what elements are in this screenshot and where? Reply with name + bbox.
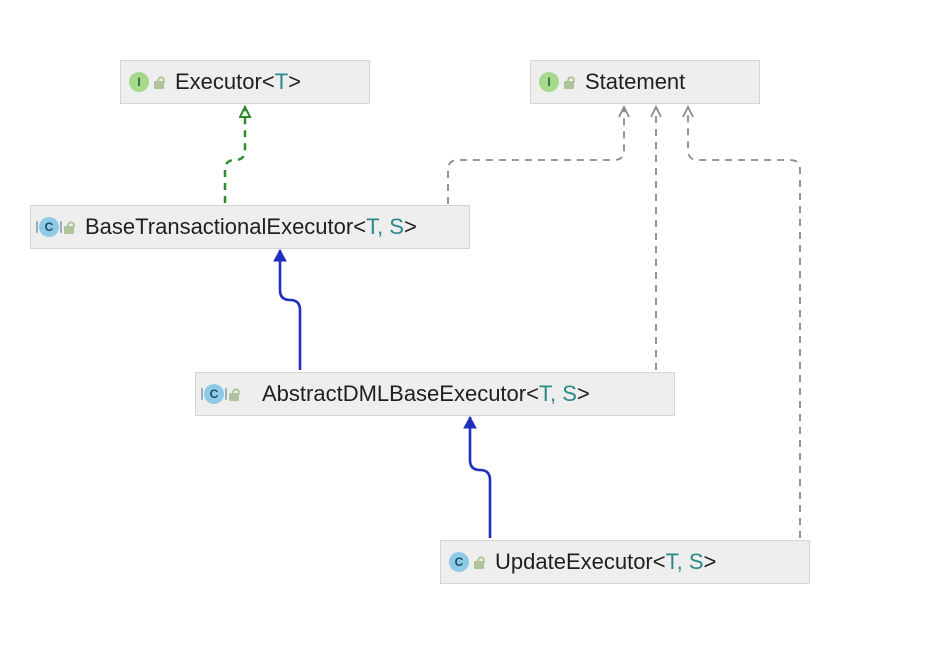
diagram-canvas: { "colors": { "implements": "#2e8b2e", "… [0,0,930,670]
edge-abstractdml-extends-basetxn [280,250,300,370]
edge-update-uses-statement [688,107,800,538]
node-update-executor[interactable]: C UpdateExecutor<T, S> [440,540,810,584]
abstract-class-badge-icon: C [204,384,224,404]
node-label: AbstractDMLBaseExecutor<T, S> [262,381,590,407]
abstract-class-badge-icon: C [39,217,59,237]
unlock-icon [228,387,240,401]
node-base-transactional-executor[interactable]: C BaseTransactionalExecutor<T, S> [30,205,470,249]
class-badge-icon: C [449,552,469,572]
unlock-icon [153,75,165,89]
unlock-icon [63,220,75,234]
unlock-icon [473,555,485,569]
node-label: UpdateExecutor<T, S> [495,549,716,575]
edge-basetxn-uses-statement [448,107,624,204]
node-executor[interactable]: I Executor<T> [120,60,370,104]
node-label: BaseTransactionalExecutor<T, S> [85,214,417,240]
node-abstract-dml-base-executor[interactable]: C AbstractDMLBaseExecutor<T, S> [195,372,675,416]
node-label: Executor<T> [175,69,301,95]
unlock-icon [563,75,575,89]
node-statement[interactable]: I Statement [530,60,760,104]
edge-basetxn-implements-executor [225,107,245,203]
interface-badge-icon: I [539,72,559,92]
node-label: Statement [585,69,685,95]
edge-update-extends-abstractdml [470,417,490,538]
interface-badge-icon: I [129,72,149,92]
